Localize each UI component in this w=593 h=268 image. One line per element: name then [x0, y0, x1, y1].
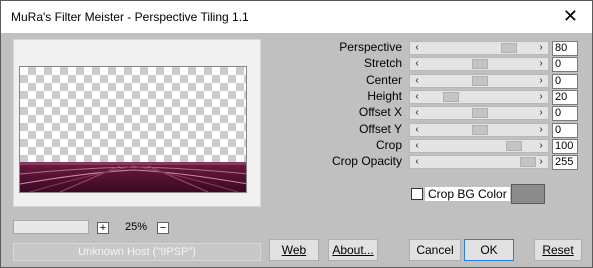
- height-value-field[interactable]: 20: [552, 90, 578, 105]
- chevron-left-icon[interactable]: ‹: [410, 91, 424, 103]
- chevron-right-icon[interactable]: ›: [534, 42, 548, 54]
- chevron-right-icon[interactable]: ›: [534, 58, 548, 70]
- filter-dialog: MuRa's Filter Meister - Perspective Tili…: [0, 0, 593, 268]
- reset-button-label: Reset: [542, 243, 574, 257]
- about-button[interactable]: About...: [328, 239, 378, 261]
- crop-value-field[interactable]: 100: [552, 139, 578, 154]
- web-button-label: Web: [281, 243, 307, 257]
- zoom-out-button[interactable]: −: [157, 222, 169, 234]
- chevron-right-icon[interactable]: ›: [534, 107, 548, 119]
- title-bar: MuRa's Filter Meister - Perspective Tili…: [1, 1, 592, 33]
- height-slider-thumb[interactable]: [443, 92, 459, 102]
- center-value-field[interactable]: 0: [552, 74, 578, 89]
- center-slider-thumb[interactable]: [472, 76, 488, 86]
- about-button-label: About...: [332, 243, 374, 257]
- perspective-slider[interactable]: ‹ ›: [409, 41, 549, 55]
- chevron-right-icon[interactable]: ›: [534, 156, 548, 168]
- chevron-left-icon[interactable]: ‹: [410, 140, 424, 152]
- perspective-label: Perspective: [339, 40, 402, 54]
- chevron-left-icon[interactable]: ‹: [410, 58, 424, 70]
- crop-slider-thumb[interactable]: [506, 141, 522, 151]
- window-title: MuRa's Filter Meister - Perspective Tili…: [11, 10, 249, 24]
- perspective-slider-thumb[interactable]: [501, 43, 517, 53]
- zoom-track[interactable]: [13, 220, 89, 234]
- chevron-left-icon[interactable]: ‹: [410, 156, 424, 168]
- offset-y-slider-thumb[interactable]: [472, 125, 488, 135]
- preview-image[interactable]: [19, 66, 247, 193]
- crop-label: Crop: [375, 138, 402, 152]
- perspective-floor: [20, 162, 246, 192]
- close-icon[interactable]: ✕: [563, 7, 578, 25]
- offset-x-value-field[interactable]: 0: [552, 106, 578, 121]
- height-slider[interactable]: ‹ ›: [409, 90, 549, 104]
- center-label: Center: [365, 73, 402, 87]
- crop-slider[interactable]: ‹ ›: [409, 139, 549, 153]
- chevron-right-icon[interactable]: ›: [534, 140, 548, 152]
- chevron-right-icon[interactable]: ›: [534, 91, 548, 103]
- perspective-value-field[interactable]: 80: [552, 41, 578, 56]
- zoom-level: 25%: [124, 221, 148, 233]
- chevron-right-icon[interactable]: ›: [534, 124, 548, 136]
- offset-x-label: Offset X: [358, 105, 402, 119]
- stretch-value-field[interactable]: 0: [552, 57, 578, 72]
- crop-bg-color-checkbox[interactable]: [411, 188, 423, 200]
- chevron-right-icon[interactable]: ›: [534, 75, 548, 87]
- ok-button[interactable]: OK: [464, 239, 514, 261]
- chevron-left-icon[interactable]: ‹: [410, 124, 424, 136]
- crop-bg-color-label: Crop BG Color: [425, 187, 510, 201]
- chevron-left-icon[interactable]: ‹: [410, 107, 424, 119]
- zoom-in-button[interactable]: +: [97, 222, 109, 234]
- reset-button[interactable]: Reset: [534, 239, 582, 261]
- center-slider[interactable]: ‹ ›: [409, 74, 549, 88]
- crop-opacity-slider[interactable]: ‹ ›: [409, 155, 549, 169]
- offset-y-slider[interactable]: ‹ ›: [409, 123, 549, 137]
- stretch-slider-thumb[interactable]: [472, 59, 488, 69]
- offset-x-slider-thumb[interactable]: [472, 108, 488, 118]
- chevron-left-icon[interactable]: ‹: [410, 75, 424, 87]
- crop-bg-color-swatch[interactable]: [511, 184, 545, 204]
- status-text: Unknown Host ("9PSP"): [13, 243, 261, 261]
- stretch-label: Stretch: [363, 56, 402, 70]
- cancel-button[interactable]: Cancel: [409, 239, 461, 261]
- offset-y-value-field[interactable]: 0: [552, 123, 578, 138]
- chevron-left-icon[interactable]: ‹: [410, 42, 424, 54]
- web-button[interactable]: Web: [269, 239, 319, 261]
- height-label: Height: [367, 89, 402, 103]
- crop-opacity-value-field[interactable]: 255: [552, 155, 578, 170]
- offset-x-slider[interactable]: ‹ ›: [409, 106, 549, 120]
- offset-y-label: Offset Y: [359, 122, 402, 136]
- stretch-slider[interactable]: ‹ ›: [409, 57, 549, 71]
- crop-opacity-label: Crop Opacity: [331, 154, 402, 168]
